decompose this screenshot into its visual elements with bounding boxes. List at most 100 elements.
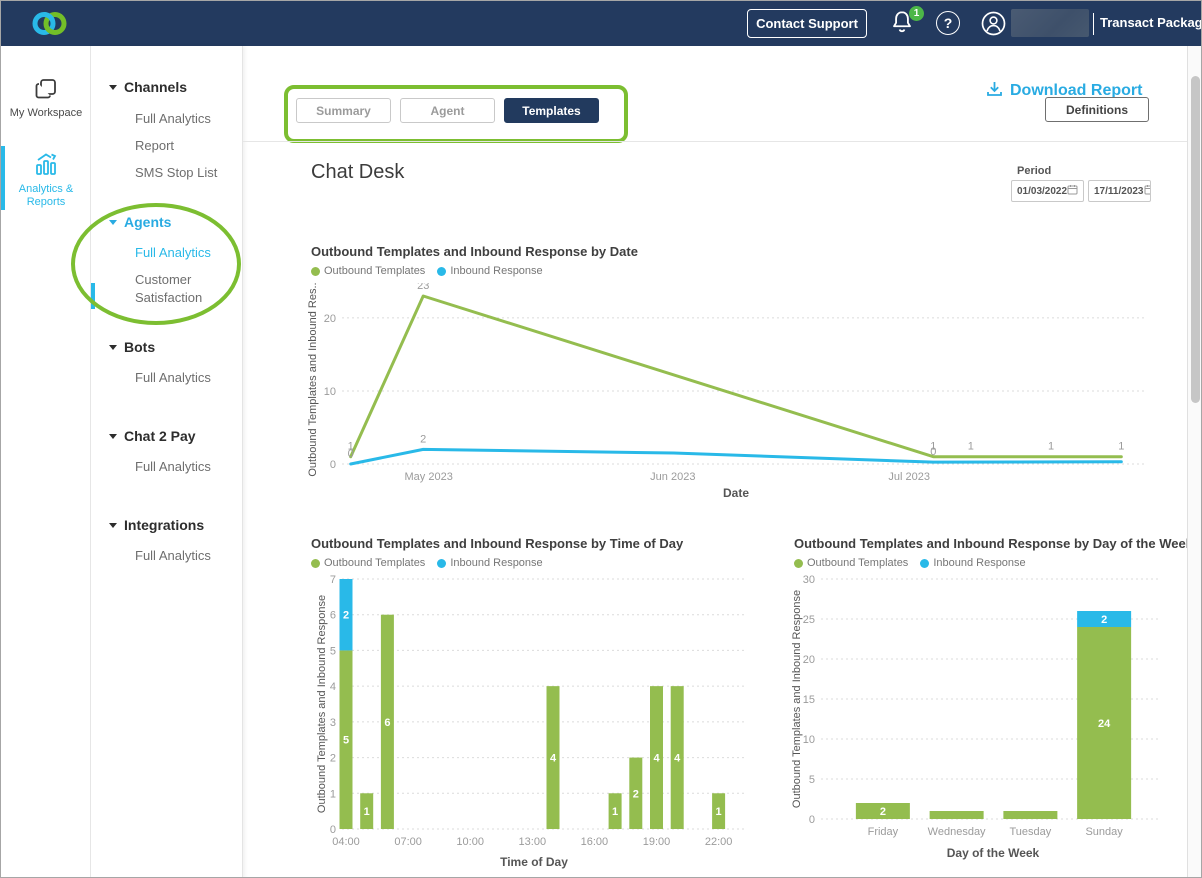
chart-day-title: Outbound Templates and Inbound Response … bbox=[794, 536, 1193, 551]
svg-text:3: 3 bbox=[330, 717, 336, 729]
svg-text:Date: Date bbox=[723, 486, 749, 500]
legend-inbound-response: Inbound Response bbox=[437, 557, 542, 569]
app-window: Contact Support 1 ? Transact Package bbox=[0, 0, 1202, 878]
analytics-sidebar: Channels Full Analytics Report SMS Stop … bbox=[91, 46, 243, 878]
blue-dot-icon bbox=[920, 559, 929, 568]
top-navbar: Contact Support 1 ? Transact Package bbox=[1, 1, 1202, 46]
bar-chart-by-time-of-day: 01234567521641244104:0007:0010:0013:0016… bbox=[316, 571, 751, 873]
svg-text:24: 24 bbox=[1098, 718, 1111, 730]
download-icon bbox=[986, 80, 1003, 102]
tab-agent[interactable]: Agent bbox=[400, 98, 495, 123]
chart-time-title: Outbound Templates and Inbound Response … bbox=[311, 536, 683, 551]
svg-text:1: 1 bbox=[1118, 441, 1124, 453]
period-from-input[interactable]: 01/03/2022 bbox=[1011, 180, 1084, 202]
svg-text:Sunday: Sunday bbox=[1085, 826, 1123, 838]
svg-text:2: 2 bbox=[330, 753, 336, 765]
svg-text:Time of Day: Time of Day bbox=[500, 855, 568, 869]
section-label: Channels bbox=[124, 79, 187, 95]
svg-text:1: 1 bbox=[612, 806, 618, 818]
svg-text:7: 7 bbox=[330, 574, 336, 586]
section-label: Bots bbox=[124, 339, 155, 355]
legend-outbound-templates: Outbound Templates bbox=[794, 557, 908, 569]
sidebar-section-integrations[interactable]: Integrations bbox=[109, 517, 204, 533]
chevron-down-icon bbox=[109, 523, 117, 528]
svg-text:16:00: 16:00 bbox=[581, 836, 609, 848]
legend-label: Outbound Templates bbox=[324, 265, 425, 277]
sidebar-item-sms-stop-list[interactable]: SMS Stop List bbox=[135, 164, 227, 182]
svg-text:Jun 2023: Jun 2023 bbox=[650, 471, 695, 483]
svg-text:5: 5 bbox=[330, 645, 336, 657]
scrollbar-thumb[interactable] bbox=[1191, 76, 1200, 403]
sidebar-item-chat2pay-full-analytics[interactable]: Full Analytics bbox=[135, 458, 227, 476]
chart-day-legend: Outbound Templates Inbound Response bbox=[794, 557, 1026, 569]
svg-text:07:00: 07:00 bbox=[394, 836, 422, 848]
svg-text:10: 10 bbox=[803, 734, 815, 746]
contact-support-button[interactable]: Contact Support bbox=[747, 9, 867, 38]
svg-text:15: 15 bbox=[803, 694, 815, 706]
svg-text:Jul 2023: Jul 2023 bbox=[888, 471, 930, 483]
brand-logo-icon[interactable] bbox=[31, 8, 67, 44]
profile-icon[interactable] bbox=[980, 10, 1007, 42]
notification-count-badge: 1 bbox=[909, 6, 924, 21]
sidebar-section-agents[interactable]: Agents bbox=[109, 214, 171, 230]
period-to-input[interactable]: 17/11/2023 bbox=[1088, 180, 1151, 202]
period-from-value: 01/03/2022 bbox=[1017, 186, 1067, 197]
svg-text:2: 2 bbox=[420, 433, 426, 445]
redacted-username bbox=[1011, 9, 1089, 37]
svg-text:0: 0 bbox=[930, 446, 936, 458]
sidebar-section-bots[interactable]: Bots bbox=[109, 339, 155, 355]
legend-label: Inbound Response bbox=[933, 557, 1025, 569]
sidebar-item-integrations-full-analytics[interactable]: Full Analytics bbox=[135, 547, 227, 565]
svg-text:Wednesday: Wednesday bbox=[928, 826, 986, 838]
svg-text:Tuesday: Tuesday bbox=[1009, 826, 1051, 838]
vertical-scrollbar[interactable] bbox=[1187, 46, 1202, 878]
svg-text:1: 1 bbox=[364, 806, 370, 818]
tab-templates[interactable]: Templates bbox=[504, 98, 599, 123]
notifications-button[interactable]: 1 bbox=[889, 9, 923, 39]
analytics-icon bbox=[32, 165, 60, 182]
svg-text:20: 20 bbox=[803, 654, 815, 666]
workspace-icon bbox=[33, 89, 59, 106]
package-label: Transact Package bbox=[1100, 15, 1202, 30]
green-dot-icon bbox=[311, 267, 320, 276]
sidebar-item-agents-full-analytics[interactable]: Full Analytics bbox=[135, 244, 227, 262]
green-dot-icon bbox=[311, 559, 320, 568]
svg-text:2: 2 bbox=[1101, 614, 1107, 626]
svg-text:5: 5 bbox=[343, 735, 349, 747]
legend-inbound-response: Inbound Response bbox=[437, 265, 542, 277]
chevron-down-icon bbox=[109, 85, 117, 90]
sidebar-item-channels-report[interactable]: Report bbox=[135, 137, 227, 155]
svg-text:4: 4 bbox=[653, 753, 660, 765]
svg-text:4: 4 bbox=[674, 753, 681, 765]
rail-item-analytics-reports[interactable]: Analytics & Reports bbox=[1, 150, 91, 209]
definitions-button[interactable]: Definitions bbox=[1045, 97, 1149, 122]
svg-text:25: 25 bbox=[803, 614, 815, 626]
svg-text:1: 1 bbox=[968, 441, 974, 453]
legend-outbound-templates: Outbound Templates bbox=[311, 265, 425, 277]
sidebar-item-bots-full-analytics[interactable]: Full Analytics bbox=[135, 369, 227, 387]
svg-text:6: 6 bbox=[384, 717, 390, 729]
section-label: Integrations bbox=[124, 517, 204, 533]
rail-item-my-workspace[interactable]: My Workspace bbox=[1, 76, 91, 120]
page-title: Chat Desk bbox=[311, 161, 404, 184]
tab-summary[interactable]: Summary bbox=[296, 98, 391, 123]
navbar-divider bbox=[1093, 13, 1094, 35]
svg-text:0: 0 bbox=[330, 824, 336, 836]
svg-text:10: 10 bbox=[324, 386, 336, 398]
period-label: Period bbox=[1017, 165, 1051, 177]
svg-text:0: 0 bbox=[348, 448, 354, 460]
section-label: Chat 2 Pay bbox=[124, 428, 196, 444]
chart-date-legend: Outbound Templates Inbound Response bbox=[311, 265, 543, 277]
help-icon[interactable]: ? bbox=[936, 11, 960, 35]
blue-dot-icon bbox=[437, 559, 446, 568]
sidebar-section-chat-2-pay[interactable]: Chat 2 Pay bbox=[109, 428, 196, 444]
legend-outbound-templates: Outbound Templates bbox=[311, 557, 425, 569]
rail-item-label: Analytics & Reports bbox=[11, 183, 81, 209]
bell-icon bbox=[889, 24, 915, 41]
sidebar-item-channels-full-analytics[interactable]: Full Analytics bbox=[135, 110, 227, 128]
sidebar-item-customer-satisfaction[interactable]: Customer Satisfaction bbox=[135, 271, 227, 307]
sidebar-section-channels[interactable]: Channels bbox=[109, 79, 187, 95]
bar-chart-by-day-of-week: 0510152025302242FridayWednesdayTuesdaySu… bbox=[791, 571, 1171, 873]
rail-item-label: My Workspace bbox=[1, 107, 91, 120]
sidebar-active-indicator bbox=[91, 283, 95, 309]
